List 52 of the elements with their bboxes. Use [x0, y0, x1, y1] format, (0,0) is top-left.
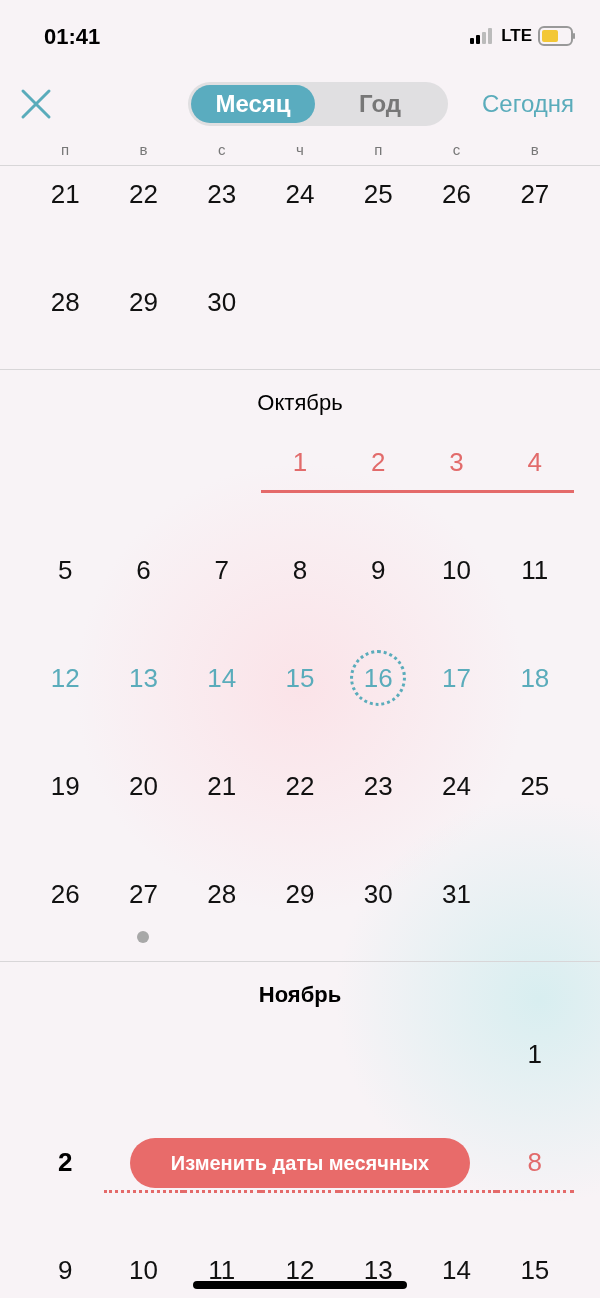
day-cell[interactable]: 12 — [260, 1242, 340, 1298]
day-cell[interactable]: 2 — [26, 1134, 105, 1242]
day-cell[interactable]: 27 — [495, 166, 574, 274]
day-cell[interactable]: 23 — [182, 166, 261, 274]
day-cell[interactable]: 19 — [26, 758, 105, 866]
day-cell[interactable]: 31 — [417, 866, 496, 961]
day-cell[interactable]: 21 — [182, 758, 261, 866]
day-cell[interactable]: 15 — [495, 1242, 574, 1298]
weekday-label: п — [373, 140, 384, 161]
weekday-label: в — [529, 140, 540, 161]
day-cell[interactable]: 30 — [339, 866, 418, 961]
day-cell[interactable]: 7 — [182, 542, 261, 650]
battery-icon — [538, 26, 576, 46]
day-cell[interactable]: 26 — [417, 166, 496, 274]
day-cell[interactable]: 22 — [260, 758, 340, 866]
day-cell[interactable]: 9 — [339, 542, 418, 650]
day-cell[interactable]: 11 — [495, 542, 574, 650]
weekday-label: с — [451, 140, 462, 161]
day-cell[interactable]: 24 — [260, 166, 340, 274]
network-label: LTE — [501, 25, 532, 48]
day-cell[interactable]: 14 — [417, 1242, 496, 1298]
day-cell[interactable]: 29 — [104, 274, 183, 369]
day-cell[interactable]: 13 — [339, 1242, 418, 1298]
weekday-label: в — [138, 140, 149, 161]
day-cell[interactable]: 28 — [182, 866, 261, 961]
day-cell[interactable]: 1 — [495, 1026, 574, 1134]
day-cell[interactable]: 29 — [260, 866, 340, 961]
day-cell[interactable]: 25 — [339, 166, 418, 274]
day-cell[interactable]: 11 — [182, 1242, 261, 1298]
day-cell[interactable]: 21 — [26, 166, 105, 274]
weekday-label: ч — [295, 140, 305, 161]
day-cell[interactable]: 28 — [26, 274, 105, 369]
day-cell[interactable]: 9 — [26, 1242, 105, 1298]
day-cell[interactable]: 10 — [104, 1242, 183, 1298]
day-cell[interactable]: 6 — [104, 542, 183, 650]
month-title: Октябрь — [257, 388, 343, 417]
day-cell[interactable]: 10 — [417, 542, 496, 650]
status-time: 01:41 — [44, 22, 101, 51]
day-cell[interactable]: 8 — [260, 542, 340, 650]
day-cell[interactable]: 23 — [339, 758, 418, 866]
month-title: Ноябрь — [258, 980, 342, 1009]
day-cell[interactable]: 25 — [495, 758, 574, 866]
day-cell[interactable]: 30 — [182, 274, 261, 369]
day-cell[interactable]: 20 — [104, 758, 183, 866]
day-cell[interactable]: 22 — [104, 166, 183, 274]
day-cell[interactable]: 26 — [26, 866, 105, 961]
weekday-label: с — [216, 140, 227, 161]
day-cell[interactable]: 27 — [104, 866, 183, 961]
day-cell[interactable]: 24 — [417, 758, 496, 866]
close-icon — [20, 88, 52, 120]
day-cell[interactable]: 5 — [26, 542, 105, 650]
weekday-label: п — [60, 140, 71, 161]
